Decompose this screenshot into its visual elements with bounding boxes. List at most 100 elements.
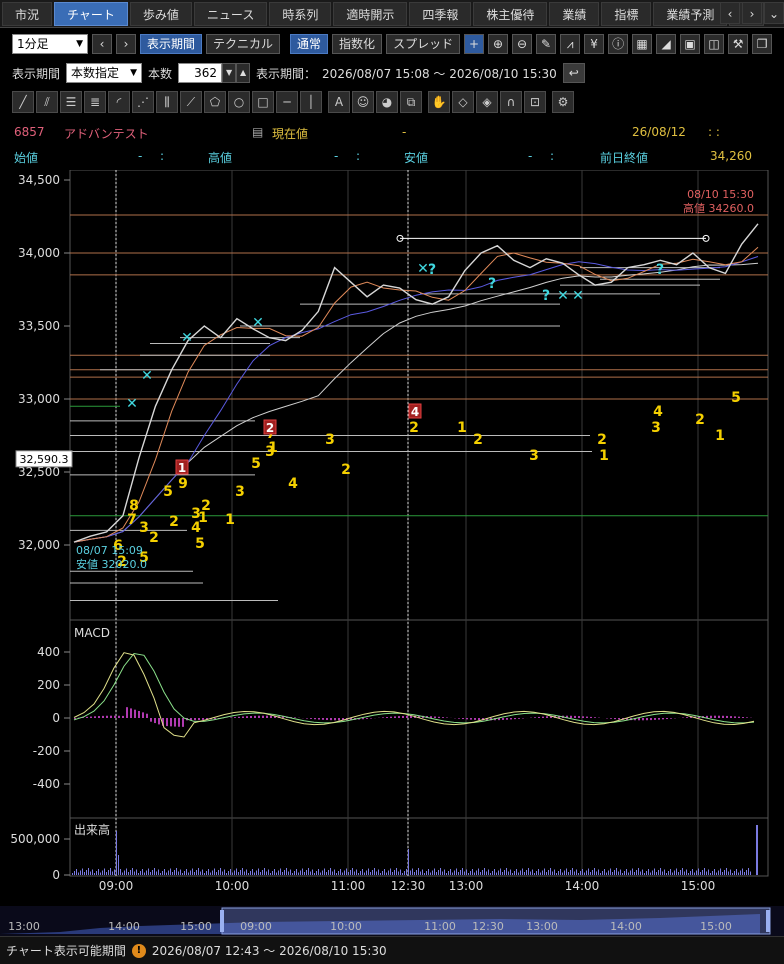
price-chart[interactable]: 34,50034,00033,50033,00032,50032,00009:0…	[0, 170, 784, 906]
volume-bar	[542, 870, 543, 875]
volume-bar	[302, 868, 303, 875]
volume-bar	[606, 872, 607, 875]
macd-histogram-bar	[394, 716, 396, 718]
tab-3[interactable]: ニュース	[193, 1, 268, 26]
fan-icon[interactable]: ⋰	[132, 91, 154, 113]
mode-index-button[interactable]: 指数化	[332, 34, 383, 54]
tab-8[interactable]: 業績	[549, 1, 600, 26]
wrench-icon[interactable]: ⚒	[728, 34, 749, 54]
volume-bar	[146, 870, 147, 875]
pentagon-icon[interactable]: ⬠	[204, 91, 226, 113]
volume-bar	[528, 868, 529, 875]
cycle-lines-icon[interactable]: ⫼	[156, 91, 178, 113]
macd-histogram-bar	[314, 718, 316, 720]
area-chart-icon[interactable]: ◢	[656, 34, 677, 54]
technical-button[interactable]: テクニカル	[206, 34, 281, 54]
fibonacci-icon[interactable]: ≣	[84, 91, 106, 113]
text-icon[interactable]: A	[328, 91, 350, 113]
pencil-icon[interactable]: ✎	[536, 34, 557, 54]
pattern-icon[interactable]: ⩘	[560, 34, 581, 54]
interval-select[interactable]: 1分足 ▼	[12, 34, 88, 54]
tab-9[interactable]: 指標	[601, 1, 652, 26]
stepper-up-icon[interactable]: ▲	[236, 63, 251, 83]
next-icon[interactable]: ›	[116, 34, 136, 54]
volume-bar	[374, 868, 375, 875]
tab-10[interactable]: 業績予測	[653, 1, 728, 26]
tab-2[interactable]: 歩み値	[129, 1, 192, 26]
prev-icon[interactable]: ‹	[92, 34, 112, 54]
tab-1[interactable]: チャート	[54, 1, 128, 26]
chart-type-icon[interactable]: ◫	[704, 34, 725, 54]
volume-bar	[514, 871, 515, 875]
volume-bar	[214, 868, 215, 875]
display-period-button[interactable]: 表示期間	[140, 34, 203, 54]
volume-bar	[702, 870, 703, 875]
volume-bar	[648, 869, 649, 875]
copy-icon[interactable]: ⧉	[400, 91, 422, 113]
volume-bar	[330, 868, 331, 875]
magnet-icon[interactable]: ∩	[500, 91, 522, 113]
td-count-label: 8	[129, 498, 139, 514]
volume-bar	[230, 869, 231, 875]
macd-tick-label: 0	[52, 711, 60, 725]
arc-icon[interactable]: ◜	[108, 91, 130, 113]
period-select[interactable]: 本数指定 ▼	[66, 63, 143, 83]
x-tick-label: 10:00	[215, 879, 250, 893]
popout-icon[interactable]: ❐	[752, 34, 773, 54]
chevron-left-icon[interactable]: ‹	[720, 2, 740, 24]
zoom-in-icon[interactable]: ⊕	[488, 34, 509, 54]
macd-histogram-bar	[582, 716, 584, 718]
info-icon[interactable]: ⓘ	[608, 34, 629, 54]
volume-bar	[478, 868, 479, 875]
volume-bar	[208, 869, 209, 875]
ma-long-white-line	[73, 262, 759, 543]
add-icon[interactable]: +	[464, 34, 485, 54]
tab-6[interactable]: 四季報	[409, 1, 472, 26]
volume-bar	[364, 872, 365, 875]
volume-bar	[664, 869, 665, 875]
vertical-line-icon[interactable]: │	[300, 91, 322, 113]
emoji-icon[interactable]: ☺	[352, 91, 374, 113]
volume-bar	[736, 869, 737, 875]
macd-histogram-bar	[442, 717, 444, 718]
volume-bar	[234, 870, 235, 875]
zoom-out-icon[interactable]: ⊖	[512, 34, 533, 54]
yen-icon[interactable]: ¥	[584, 34, 605, 54]
undo-icon[interactable]: ↩	[562, 63, 585, 83]
volume-bar	[290, 869, 291, 875]
trendline-icon[interactable]: ╱	[12, 91, 34, 113]
settings-icon[interactable]: ⚙	[552, 91, 574, 113]
volume-bar	[94, 873, 95, 875]
tab-7[interactable]: 株主優待	[473, 1, 548, 26]
auto-icon[interactable]: ▣	[680, 34, 701, 54]
horizontal-lines-icon[interactable]: ☰	[60, 91, 82, 113]
volume-bar	[534, 873, 535, 875]
volume-bar	[132, 868, 133, 875]
chart-navigator[interactable]: 13:00 14:00 15:00 09:00 10:00 11:00 12:30 13:00…	[0, 906, 784, 936]
tab-5[interactable]: 適時開示	[333, 1, 408, 26]
parallel-lines-icon[interactable]: ⫽	[36, 91, 58, 113]
volume-bar	[624, 871, 625, 875]
eraser-all-icon[interactable]: ◈	[476, 91, 498, 113]
stepper-down-icon[interactable]: ▼	[222, 63, 237, 83]
eraser-icon[interactable]: ◇	[452, 91, 474, 113]
horizontal-line-icon[interactable]: ─	[276, 91, 298, 113]
chevron-right-icon[interactable]: ›	[742, 2, 762, 24]
channel-icon[interactable]: ⟋	[180, 91, 202, 113]
count-input[interactable]: 362	[178, 63, 223, 83]
tab-0[interactable]: 市況	[2, 1, 53, 26]
hand-icon[interactable]: ✋	[428, 91, 450, 113]
stamp-icon[interactable]: ◕	[376, 91, 398, 113]
lock-icon[interactable]: ⊡	[524, 91, 546, 113]
tab-4[interactable]: 時系列	[269, 1, 332, 26]
mode-spread-button[interactable]: スプレッド	[386, 34, 461, 54]
my-chart-icon[interactable]: ▦	[632, 34, 653, 54]
chevron-down-icon[interactable]: ⌄	[764, 2, 784, 24]
prev-close-label: 前日終値	[600, 151, 649, 165]
mode-normal-button[interactable]: 通常	[290, 34, 329, 54]
count-stepper[interactable]: 362 ▼ ▲	[178, 63, 251, 83]
rectangle-icon[interactable]: □	[252, 91, 274, 113]
volume-bar	[586, 870, 587, 875]
volume-bar	[670, 869, 671, 875]
circle-icon[interactable]: ○	[228, 91, 250, 113]
